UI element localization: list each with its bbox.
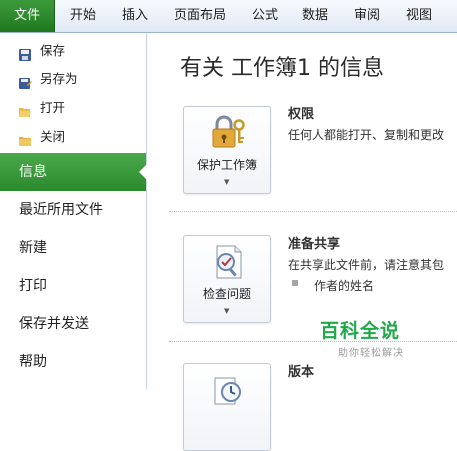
protect-workbook-button[interactable]: 保护工作簿 ▼ (183, 106, 271, 194)
watermark: 百科全说 助你轻松解决 (300, 310, 430, 366)
tab-file[interactable]: 文件 (0, 0, 55, 32)
nav-new[interactable]: 新建 (0, 229, 146, 267)
nav-info-label: 信息 (19, 164, 47, 180)
chevron-down-icon: ▼ (224, 178, 230, 186)
close-label: 关闭 (40, 129, 66, 144)
tab-formulas[interactable]: 公式 (240, 0, 290, 32)
save-as-command[interactable]: 另存为 (0, 65, 146, 93)
nav-save-send[interactable]: 保存并发送 (0, 305, 146, 343)
save-command[interactable]: 保存 (0, 37, 146, 65)
checklist-icon (209, 244, 247, 280)
watermark-subtitle: 助你轻松解决 (338, 348, 404, 359)
tab-review[interactable]: 审阅 (340, 0, 394, 32)
prepare-sharing-heading: 准备共享 (288, 237, 341, 252)
nav-info[interactable]: 信息 (0, 153, 147, 191)
prepare-sharing-description: 在共享此文件前，请注意其包 (288, 258, 445, 272)
nav-help-label: 帮助 (19, 354, 47, 370)
tab-home[interactable]: 开始 (56, 0, 110, 32)
permissions-heading: 权限 (288, 107, 315, 122)
nav-save-send-label: 保存并发送 (19, 316, 89, 332)
open-folder-icon (18, 101, 32, 117)
close-folder-icon (18, 130, 32, 146)
tab-insert[interactable]: 插入 (110, 0, 160, 32)
protect-workbook-label: 保护工作簿 (196, 158, 257, 172)
bullet-marker (292, 280, 298, 286)
nav-print-label: 打印 (19, 278, 47, 294)
save-label: 保存 (40, 43, 66, 58)
nav-print[interactable]: 打印 (0, 267, 146, 305)
page-title: 有关 工作簿1 的信息 (180, 56, 384, 81)
nav-help[interactable]: 帮助 (0, 343, 146, 381)
permissions-description: 任何人都能打开、复制和更改 (288, 128, 445, 142)
lock-key-icon (209, 115, 247, 151)
save-icon (18, 44, 32, 61)
check-issues-button[interactable]: 检查问题 ▼ (183, 235, 271, 323)
watermark-title: 百科全说 (320, 320, 401, 342)
tab-page-layout[interactable]: 页面布局 (160, 0, 240, 32)
close-command[interactable]: 关闭 (0, 123, 146, 151)
open-label: 打开 (40, 100, 66, 115)
nav-new-label: 新建 (19, 240, 47, 256)
save-as-icon (18, 72, 32, 89)
versions-icon (209, 372, 247, 408)
nav-recent-label: 最近所用文件 (19, 202, 103, 218)
divider (169, 211, 457, 212)
backstage-sidebar: 保存 另存为 打开 关闭 信息 最近所用文件 新建 打印 保存并发送 帮助 (0, 33, 147, 389)
check-issues-label: 检查问题 (202, 287, 251, 301)
tab-view[interactable]: 视图 (394, 0, 444, 32)
open-command[interactable]: 打开 (0, 94, 146, 122)
nav-recent[interactable]: 最近所用文件 (0, 191, 146, 229)
save-as-label: 另存为 (40, 71, 78, 86)
tab-data[interactable]: 数据 (290, 0, 340, 32)
ribbon-tab-bar: 文件 开始 插入 页面布局 公式 数据 审阅 视图 (0, 0, 457, 33)
chevron-down-icon: ▼ (224, 307, 230, 315)
manage-versions-button[interactable] (183, 363, 271, 451)
author-name-item: 作者的姓名 (314, 279, 375, 293)
